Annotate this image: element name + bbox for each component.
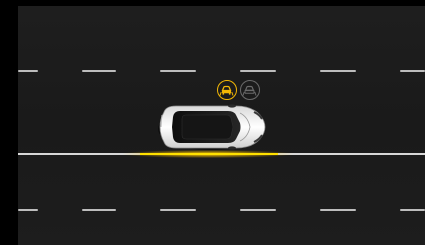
lane-dash — [160, 70, 196, 72]
lane-dash — [400, 70, 425, 72]
lane-keep-assist-active-icon — [217, 80, 237, 100]
driver-assist-display — [0, 0, 425, 245]
lane-dash — [320, 209, 356, 211]
lane-dash — [160, 209, 196, 211]
lane-dash — [400, 209, 425, 211]
lane-dash — [82, 70, 116, 72]
lane-dash — [240, 209, 276, 211]
lane-dash — [82, 209, 116, 211]
ego-car-icon — [158, 104, 266, 150]
lane-dash — [240, 70, 276, 72]
lane-keep-assist-inactive-icon — [240, 80, 260, 100]
lane-dash — [320, 70, 356, 72]
lane-departure-warning-line — [140, 153, 278, 155]
lane-dash — [18, 209, 38, 211]
road-surface — [18, 6, 425, 245]
lane-dash — [18, 70, 38, 72]
